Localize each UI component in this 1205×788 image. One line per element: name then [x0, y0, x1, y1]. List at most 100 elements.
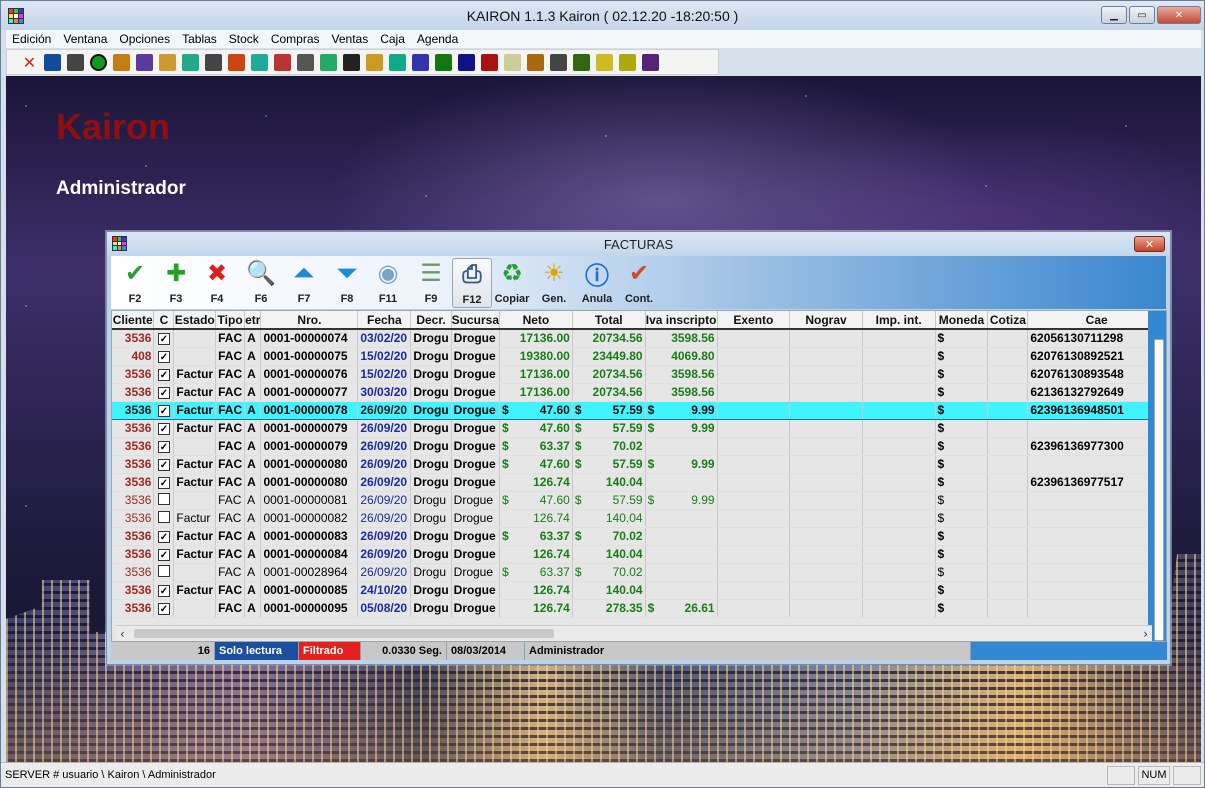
- scroll-right-icon[interactable]: ›: [1143, 627, 1148, 641]
- column-header-fecha[interactable]: Fecha: [357, 311, 412, 330]
- column-header-ivainscripto[interactable]: Iva inscripto: [645, 311, 718, 330]
- row-checkbox[interactable]: ✓: [157, 585, 170, 597]
- toolbar-button-anula[interactable]: ⓘ Anula: [577, 258, 617, 308]
- column-header-etr[interactable]: etr: [244, 311, 262, 330]
- close-button[interactable]: ✕: [1157, 6, 1201, 24]
- column-header-nograv[interactable]: Nograv: [789, 311, 863, 330]
- column-header-moneda[interactable]: Moneda: [935, 311, 989, 330]
- vertical-scrollbar[interactable]: [1148, 311, 1166, 641]
- toolbar-button-f11[interactable]: ◉ F11: [368, 258, 408, 308]
- money-icon[interactable]: [596, 53, 613, 71]
- menu-agenda[interactable]: Agenda: [417, 32, 458, 46]
- row-checkbox[interactable]: ✓: [157, 369, 170, 381]
- table-row[interactable]: 3536 ✓ Factur FAC A 0001-00000080 26/09/20 Drog…: [112, 473, 1166, 492]
- row-checkbox[interactable]: ✓: [157, 549, 170, 561]
- column-header-estado[interactable]: Estado: [173, 311, 217, 330]
- doc-blue-icon[interactable]: [389, 53, 406, 71]
- menu-tablas[interactable]: Tablas: [182, 32, 217, 46]
- toolbar-button-f6[interactable]: 🔍 F6: [241, 258, 281, 308]
- row-checkbox[interactable]: ✓: [157, 459, 170, 471]
- colorwheel-icon[interactable]: [251, 53, 268, 71]
- save-icon[interactable]: [44, 53, 61, 71]
- row-checkbox[interactable]: ✓: [157, 423, 170, 435]
- toolbar-button-f2[interactable]: ✔ F2: [115, 258, 155, 308]
- dialog-close-button[interactable]: ✕: [1134, 236, 1165, 252]
- column-header-total[interactable]: Total: [572, 311, 646, 330]
- row-checkbox[interactable]: ✓: [157, 405, 170, 417]
- toolbar-button-f9[interactable]: ☰ F9: [411, 258, 451, 308]
- table-row[interactable]: 3536 ✓ Factur FAC A 0001-00000079 26/09/20 Drog…: [112, 419, 1166, 438]
- toolbar-button-f8[interactable]: ⏷ F8: [327, 258, 367, 308]
- column-header-impint[interactable]: Imp. int.: [862, 311, 936, 330]
- table-row[interactable]: 408 ✓ FAC A 0001-00000075 15/02/20 Drogu Drogue…: [112, 347, 1166, 366]
- menu-ventas[interactable]: Ventas: [332, 32, 369, 46]
- menu-compras[interactable]: Compras: [271, 32, 320, 46]
- printer2-icon[interactable]: [550, 53, 567, 71]
- toolbar-button-copiar[interactable]: ♻ Copiar: [492, 258, 532, 308]
- status-green-icon[interactable]: [90, 53, 107, 71]
- row-checkbox[interactable]: [157, 492, 170, 505]
- row-checkbox[interactable]: ✓: [157, 441, 170, 453]
- toolbar-button-cont[interactable]: ✔ Cont.: [619, 258, 659, 308]
- table-row[interactable]: 3536 ✓ Factur FAC A 0001-00000076 15/02/20 Drog…: [112, 365, 1166, 384]
- row-checkbox[interactable]: ✓: [157, 387, 170, 399]
- column-header-cae[interactable]: Cae: [1027, 311, 1166, 330]
- coupon-icon[interactable]: [182, 53, 199, 71]
- window-icon[interactable]: [642, 53, 659, 71]
- table-row[interactable]: 3536 FAC A 0001-00028964 26/09/20 Drogu Drogue…: [112, 563, 1166, 582]
- xls-icon[interactable]: [297, 53, 314, 71]
- column-header-tipo[interactable]: Tipo: [215, 311, 246, 330]
- menu-opciones[interactable]: Opciones: [119, 32, 170, 46]
- scroll-left-icon[interactable]: ‹: [120, 627, 125, 641]
- column-header-neto[interactable]: Neto: [499, 311, 573, 330]
- doc-yellow-icon[interactable]: [481, 53, 498, 71]
- shapes-icon[interactable]: [136, 53, 153, 71]
- toolbar-button-f3[interactable]: ✚ F3: [156, 258, 196, 308]
- table-row[interactable]: 3536 ✓ FAC A 0001-00000079 26/09/20 Drogu Drogu…: [112, 437, 1166, 456]
- menu-stock[interactable]: Stock: [229, 32, 259, 46]
- column-header-sucursa[interactable]: Sucursa: [451, 311, 501, 330]
- bag-icon[interactable]: [113, 53, 130, 71]
- row-checkbox[interactable]: [157, 510, 170, 523]
- table-row[interactable]: 3536 Factur FAC A 0001-00000082 26/09/20 Drogu…: [112, 509, 1166, 528]
- battery-icon[interactable]: [573, 53, 590, 71]
- column-header-cotiza[interactable]: Cotiza: [987, 311, 1029, 330]
- horizontal-scrollbar[interactable]: ‹ ›: [116, 625, 1152, 641]
- column-header-nro[interactable]: Nro.: [260, 311, 359, 330]
- bar-chart-icon[interactable]: [504, 53, 521, 71]
- table-row[interactable]: 3536 ✓ FAC A 0001-00000095 05/08/20 Drogu Drogu…: [112, 599, 1166, 618]
- toolbar-button-f12[interactable]: ⎙ F12: [452, 258, 492, 308]
- table-row[interactable]: 3536 ✓ Factur FAC A 0001-00000078 26/09/20 Drog…: [112, 400, 1166, 420]
- palette-icon[interactable]: [159, 53, 176, 71]
- column-header-decr[interactable]: Decr.: [410, 311, 452, 330]
- doc-green-icon[interactable]: [412, 53, 429, 71]
- row-checkbox[interactable]: ✓: [157, 351, 170, 363]
- export-icon[interactable]: [274, 53, 291, 71]
- doc-red-icon[interactable]: [458, 53, 475, 71]
- column-header-cliente[interactable]: Cliente: [112, 311, 155, 330]
- chart-icon[interactable]: [343, 53, 360, 71]
- toolbar-button-f7[interactable]: ⏶ F7: [284, 258, 324, 308]
- row-checkbox[interactable]: [157, 564, 170, 577]
- row-checkbox[interactable]: ✓: [157, 603, 170, 615]
- xls2-icon[interactable]: [527, 53, 544, 71]
- table-row[interactable]: 3536 ✓ Factur FAC A 0001-00000077 30/03/20 Drog…: [112, 383, 1166, 402]
- delete-icon[interactable]: ✕: [21, 54, 38, 71]
- doc-icon[interactable]: [366, 53, 383, 71]
- menu-caja[interactable]: Caja: [380, 32, 405, 46]
- scroll-thumb[interactable]: [134, 629, 554, 638]
- column-header-c[interactable]: C: [153, 311, 175, 330]
- table-row[interactable]: 3536 FAC A 0001-00000081 26/09/20 Drogu Drogue…: [112, 491, 1166, 510]
- row-checkbox[interactable]: ✓: [157, 531, 170, 543]
- toolbar-button-f4[interactable]: ✖ F4: [197, 258, 237, 308]
- table-row[interactable]: 3536 ✓ Factur FAC A 0001-00000083 26/09/20 Drog…: [112, 527, 1166, 546]
- menu-edicin[interactable]: Edición: [12, 32, 51, 46]
- minimize-button[interactable]: ▁: [1101, 6, 1127, 24]
- printer-icon[interactable]: [320, 53, 337, 71]
- phone-icon[interactable]: [619, 53, 636, 71]
- table-row[interactable]: 3536 ✓ Factur FAC A 0001-00000080 26/09/20 Drog…: [112, 455, 1166, 474]
- toolbar-button-gen[interactable]: ☀ Gen.: [534, 258, 574, 308]
- table-row[interactable]: 3536 ✓ Factur FAC A 0001-00000085 24/10/20 Drog…: [112, 581, 1166, 600]
- checklist-icon[interactable]: [67, 53, 84, 71]
- row-checkbox[interactable]: ✓: [157, 333, 170, 346]
